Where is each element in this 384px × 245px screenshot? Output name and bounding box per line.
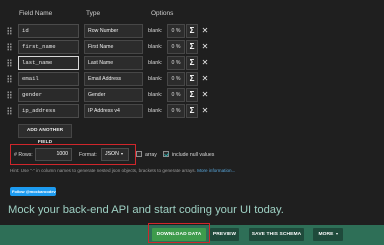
more-information-link[interactable]: More information... [197, 168, 235, 173]
field-type-button[interactable]: Row Number [84, 24, 143, 38]
chevron-down-icon [120, 152, 123, 155]
sigma-formula-button[interactable]: Σ [186, 104, 198, 118]
blank-label: blank: [148, 76, 163, 82]
field-row: last_name Last Name blank: 0 % Σ ✕ [0, 56, 384, 70]
format-label: Format: [79, 152, 97, 158]
field-type-button[interactable]: Gender [84, 88, 143, 102]
delete-field-icon[interactable]: ✕ [200, 88, 210, 102]
format-select[interactable]: JSON [101, 148, 129, 161]
delete-field-icon[interactable]: ✕ [200, 72, 210, 86]
delete-field-icon[interactable]: ✕ [200, 24, 210, 38]
drag-handle-icon[interactable] [7, 59, 12, 67]
add-another-field-button[interactable]: ADD ANOTHER FIELD [18, 124, 72, 145]
hint-body: Hint: Use "·" in column names to generat… [10, 168, 196, 173]
drag-handle-icon[interactable] [7, 43, 12, 51]
field-type-button[interactable]: Last Name [84, 56, 143, 70]
field-name-input[interactable]: email [18, 72, 79, 86]
delete-field-icon[interactable]: ✕ [200, 56, 210, 70]
more-button[interactable]: MORE [313, 228, 343, 241]
include-null-checkbox[interactable] [163, 151, 169, 157]
download-data-button[interactable]: DOWNLOAD DATA [152, 228, 206, 241]
sigma-formula-button[interactable]: Σ [186, 72, 198, 86]
field-type-button[interactable]: First Name [84, 40, 143, 54]
sigma-formula-button[interactable]: Σ [186, 56, 198, 70]
blank-percent-input[interactable]: 0 % [167, 88, 185, 102]
chevron-down-icon [335, 232, 338, 235]
blank-percent-input[interactable]: 0 % [167, 72, 185, 86]
more-label: MORE [318, 232, 334, 237]
rows-label: # Rows: [14, 152, 33, 158]
field-name-input[interactable]: id [18, 24, 79, 38]
blank-label: blank: [148, 92, 163, 98]
blank-label: blank: [148, 44, 163, 50]
array-checkbox[interactable] [136, 151, 142, 157]
twitter-follow-button[interactable]: Follow @mockaroodev [10, 187, 56, 196]
blank-label: blank: [148, 108, 163, 114]
sigma-formula-button[interactable]: Σ [186, 88, 198, 102]
field-row: ip_address IP Address v4 blank: 0 % Σ ✕ [0, 104, 384, 118]
header-type: Type [86, 10, 101, 17]
field-row: id Row Number blank: 0 % Σ ✕ [0, 24, 384, 38]
field-row: gender Gender blank: 0 % Σ ✕ [0, 88, 384, 102]
delete-field-icon[interactable]: ✕ [200, 40, 210, 54]
blank-percent-input[interactable]: 0 % [167, 40, 185, 54]
header-options: Options [151, 10, 174, 17]
save-schema-button[interactable]: SAVE THIS SCHEMA [249, 228, 304, 241]
field-type-button[interactable]: Email Address [84, 72, 143, 86]
drag-handle-icon[interactable] [7, 75, 12, 83]
tagline: Mock your back-end API and start coding … [8, 204, 284, 216]
drag-handle-icon[interactable] [7, 27, 12, 35]
field-name-input[interactable]: ip_address [18, 104, 79, 118]
include-null-label: include null values [172, 152, 215, 158]
blank-percent-input[interactable]: 0 % [167, 24, 185, 38]
hint-text: Hint: Use "·" in column names to generat… [10, 168, 235, 173]
sigma-formula-button[interactable]: Σ [186, 40, 198, 54]
blank-percent-input[interactable]: 0 % [167, 56, 185, 70]
preview-button[interactable]: PREVIEW [210, 228, 239, 241]
blank-label: blank: [148, 28, 163, 34]
drag-handle-icon[interactable] [7, 107, 12, 115]
array-label: array [145, 152, 157, 158]
format-value: JSON [105, 151, 119, 157]
blank-percent-input[interactable]: 0 % [167, 104, 185, 118]
field-row: email Email Address blank: 0 % Σ ✕ [0, 72, 384, 86]
header-field-name: Field Name [19, 10, 53, 17]
drag-handle-icon[interactable] [7, 91, 12, 99]
delete-field-icon[interactable]: ✕ [200, 104, 210, 118]
twitter-follow-label: Follow @mockaroodev [12, 189, 56, 194]
field-name-input[interactable]: last_name [18, 56, 79, 70]
sigma-formula-button[interactable]: Σ [186, 24, 198, 38]
field-type-button[interactable]: IP Address v4 [84, 104, 143, 118]
field-row: first_name First Name blank: 0 % Σ ✕ [0, 40, 384, 54]
blank-label: blank: [148, 60, 163, 66]
field-name-input[interactable]: first_name [18, 40, 79, 54]
rows-input[interactable]: 1000 [35, 148, 72, 161]
field-name-input[interactable]: gender [18, 88, 79, 102]
